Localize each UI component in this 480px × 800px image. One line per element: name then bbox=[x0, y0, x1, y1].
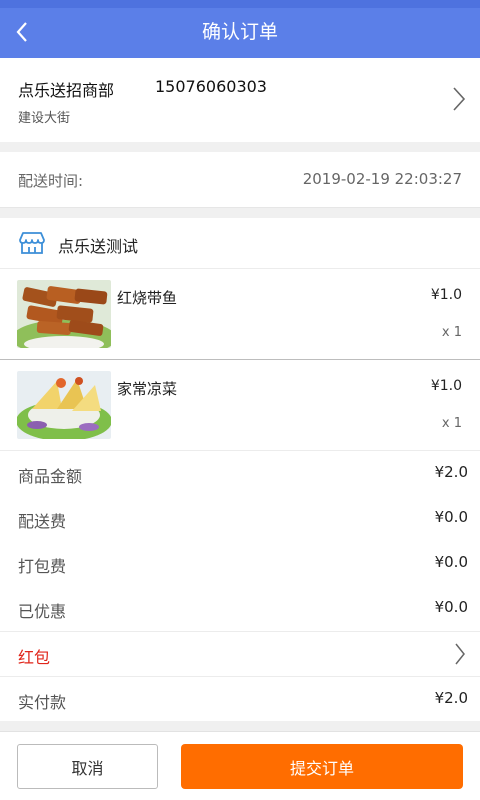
delivery-time-label: 配送时间: bbox=[18, 172, 84, 190]
discount-value: ¥0.0 bbox=[434, 598, 468, 616]
submit-order-button[interactable]: 提交订单 bbox=[181, 744, 463, 789]
dish-price: ¥1.0 bbox=[430, 378, 462, 394]
goods-amount-label: 商品金额 bbox=[18, 467, 83, 486]
packing-fee-value: ¥0.0 bbox=[434, 553, 468, 571]
shop-header: 点乐送测试 bbox=[0, 218, 480, 269]
status-bar bbox=[0, 0, 480, 8]
dish-image bbox=[17, 371, 111, 439]
goods-amount-value: ¥2.0 bbox=[434, 463, 468, 481]
recipient-name: 点乐送招商部 bbox=[18, 81, 115, 100]
discount-row: 已优惠 ¥0.0 bbox=[0, 586, 480, 631]
goods-amount-row: 商品金额 ¥2.0 bbox=[0, 451, 480, 496]
paid-row: 实付款 ¥2.0 bbox=[0, 676, 480, 721]
delivery-fee-value: ¥0.0 bbox=[434, 508, 468, 526]
delivery-time-row[interactable]: 配送时间: 2019-02-19 22:03:27 bbox=[0, 152, 480, 208]
order-item: 红烧带鱼 ¥1.0 x 1 bbox=[0, 269, 480, 360]
dish-name: 红烧带鱼 bbox=[117, 289, 178, 307]
paid-label: 实付款 bbox=[18, 693, 67, 712]
chevron-right-icon bbox=[453, 87, 466, 111]
delivery-fee-label: 配送费 bbox=[18, 512, 67, 531]
dish-image bbox=[17, 280, 111, 348]
dish-quantity: x 1 bbox=[441, 416, 462, 431]
page-title: 确认订单 bbox=[201, 21, 278, 43]
price-summary: 商品金额 ¥2.0 配送费 ¥0.0 打包费 ¥0.0 已优惠 ¥0.0 红包 … bbox=[0, 451, 480, 721]
cancel-button[interactable]: 取消 bbox=[17, 744, 158, 789]
bottom-action-bar: 取消 提交订单 bbox=[0, 731, 480, 800]
red-packet-label: 红包 bbox=[18, 648, 51, 667]
dish-price: ¥1.0 bbox=[430, 287, 462, 303]
packing-fee-row: 打包费 ¥0.0 bbox=[0, 541, 480, 586]
delivery-time-value: 2019-02-19 22:03:27 bbox=[302, 170, 462, 188]
address-street: 建设大街 bbox=[18, 111, 71, 126]
chevron-right-icon bbox=[455, 643, 465, 665]
dish-name: 家常凉菜 bbox=[117, 380, 178, 398]
delivery-fee-row: 配送费 ¥0.0 bbox=[0, 496, 480, 541]
shop-name: 点乐送测试 bbox=[58, 237, 139, 256]
shop-icon bbox=[19, 232, 45, 254]
discount-label: 已优惠 bbox=[18, 602, 67, 621]
packing-fee-label: 打包费 bbox=[18, 557, 67, 576]
top-bar: 确认订单 bbox=[0, 0, 480, 58]
paid-value: ¥2.0 bbox=[434, 689, 468, 707]
dish-quantity: x 1 bbox=[441, 325, 462, 340]
address-card[interactable]: 点乐送招商部 15076060303 建设大街 bbox=[0, 58, 480, 142]
red-packet-row[interactable]: 红包 bbox=[0, 631, 480, 676]
recipient-phone: 15076060303 bbox=[155, 77, 267, 96]
order-item: 家常凉菜 ¥1.0 x 1 bbox=[0, 360, 480, 451]
